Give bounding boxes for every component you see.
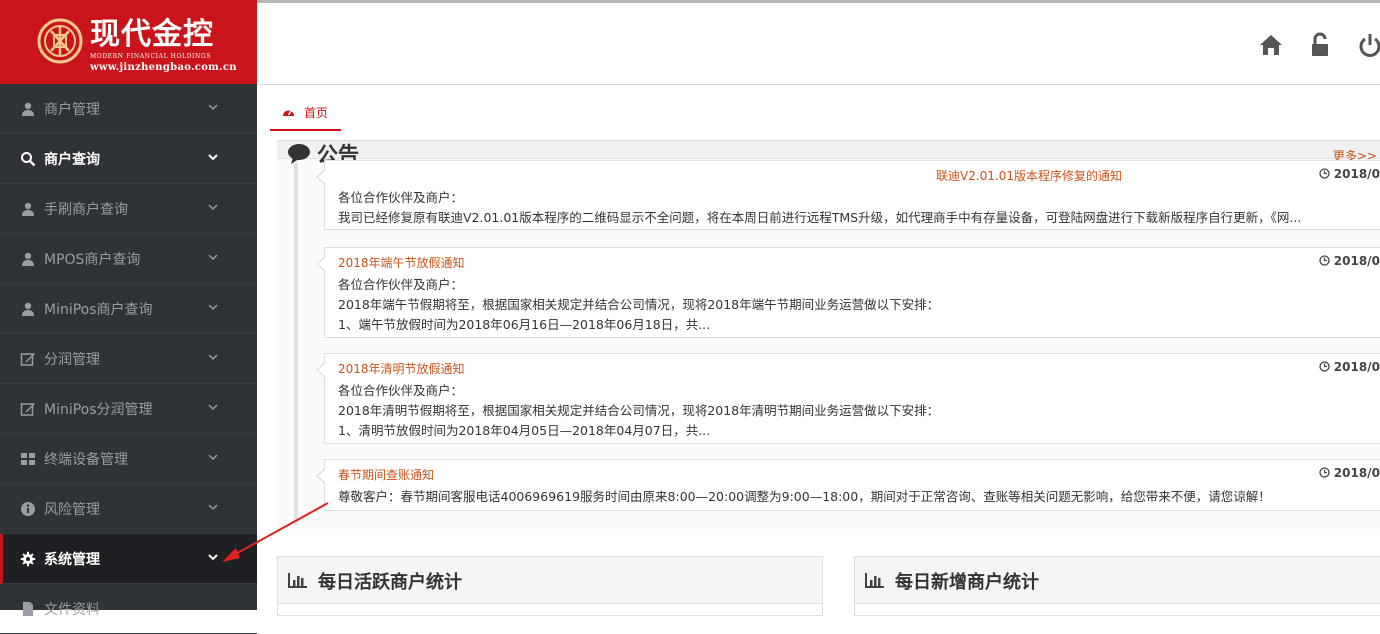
brand-logo[interactable]: 现代金控 MODERN FINANCIAL HOLDINGS www.jinzh…	[0, 0, 257, 84]
sidebar-item-merchant-management[interactable]: 商户管理	[0, 84, 257, 134]
sidebar-item-label: 手刷商户查询	[44, 201, 128, 218]
chevron-down-icon	[208, 204, 218, 211]
date-text: 2018/06/1	[1333, 167, 1380, 181]
sidebar-item-label: MiniPos分润管理	[44, 401, 153, 418]
notice-card-line: 2018年清明节假期将至，根据国家相关规定并结合公司情况，现将2018年清明节期…	[338, 403, 940, 418]
bar-chart-icon	[288, 573, 307, 588]
sidebar-item-terminal-management[interactable]: 终端设备管理	[0, 434, 257, 484]
notice-card-line: 各位合作伙伴及商户：	[338, 190, 464, 205]
dashboard-icon	[283, 110, 294, 116]
notice-card-date: 2018/04/0	[1319, 360, 1380, 374]
edit-icon	[20, 402, 35, 416]
notice-card-date: 2018/06/1	[1319, 254, 1380, 268]
clock-icon	[1319, 168, 1330, 179]
sidebar-item-merchant-query[interactable]: 商户查询	[0, 134, 257, 184]
user-icon	[22, 252, 34, 266]
top-header	[257, 0, 1380, 85]
sidebar-item-manual-merchant-query[interactable]: 手刷商户查询	[0, 184, 257, 234]
sidebar-item-label: 商户管理	[44, 101, 100, 118]
notice-card-line: 我司已经修复原有联迪V2.01.01版本程序的二维码显示不全问题，将在本周日前进…	[338, 210, 1302, 225]
sidebar-item-profit-share[interactable]: 分润管理	[0, 334, 257, 384]
sidebar-item-mpos-merchant-query[interactable]: MPOS商户查询	[0, 234, 257, 284]
clock-icon	[1319, 255, 1330, 266]
daily-active-merchants-panel: 每日活跃商户统计	[277, 556, 823, 616]
comment-icon	[288, 144, 310, 164]
sidebar-item-files[interactable]: 文件资料	[0, 584, 257, 634]
sidebar-item-label: MPOS商户查询	[44, 251, 141, 268]
date-text: 2018/06/1	[1333, 254, 1380, 268]
chevron-down-icon	[208, 254, 218, 261]
notice-card-title[interactable]: 联迪V2.01.01版本程序修复的通知	[936, 167, 1122, 184]
tab-label: 首页	[304, 106, 329, 120]
home-icon[interactable]	[1258, 32, 1284, 58]
sidebar-item-minipos-profit-share[interactable]: MiniPos分润管理	[0, 384, 257, 434]
notice-card-date: 2018/06/1	[1319, 167, 1380, 181]
sidebar-item-label: 终端设备管理	[44, 451, 128, 468]
edit-icon	[20, 352, 35, 366]
sidebar-item-label: 商户查询	[44, 151, 100, 168]
panel-title: 每日活跃商户统计	[318, 572, 462, 593]
info-icon	[21, 501, 35, 516]
chevron-down-icon	[208, 304, 218, 311]
panel-body	[278, 603, 822, 615]
tab-home[interactable]: 首页	[270, 98, 341, 131]
chevron-down-icon	[208, 404, 218, 411]
user-icon	[22, 202, 34, 216]
notice-panel: 公告 更多>> 联迪V2.01.01版本程序修复的通知 2018/06/1 各位…	[277, 140, 1380, 529]
chevron-down-icon	[208, 554, 218, 561]
sidebar-item-minipos-merchant-query[interactable]: MiniPos商户查询	[0, 284, 257, 334]
grid-icon	[21, 452, 35, 465]
bar-chart-icon	[865, 573, 884, 588]
sidebar-item-system-management[interactable]: 系统管理	[0, 534, 257, 584]
chevron-down-icon	[208, 154, 218, 161]
user-icon	[22, 102, 34, 116]
notice-card-title[interactable]: 2018年清明节放假通知	[338, 360, 465, 377]
logo-emblem-icon	[37, 18, 83, 64]
unlock-icon[interactable]	[1307, 32, 1333, 58]
notice-card-title[interactable]: 春节期间查账通知	[338, 466, 434, 483]
notice-card-line: 各位合作伙伴及商户：	[338, 383, 464, 398]
power-icon[interactable]	[1357, 32, 1380, 58]
sidebar-item-label: 文件资料	[44, 601, 100, 618]
timeline-line	[294, 163, 298, 525]
notice-card-title[interactable]: 2018年端午节放假通知	[338, 254, 465, 271]
notice-card: 2018年清明节放假通知 2018/04/0 各位合作伙伴及商户： 2018年清…	[316, 353, 1380, 444]
notice-card: 联迪V2.01.01版本程序修复的通知 2018/06/1 各位合作伙伴及商户：…	[316, 160, 1380, 230]
panel-body	[855, 603, 1380, 615]
sidebar-item-label: 分润管理	[44, 351, 100, 368]
chevron-down-icon	[208, 354, 218, 361]
notice-header: 公告 更多>>	[277, 141, 1380, 167]
sidebar-item-label: MiniPos商户查询	[44, 301, 153, 318]
search-icon	[21, 151, 36, 166]
gear-icon	[20, 551, 36, 566]
notice-card-line: 1、端午节放假时间为2018年06月16日—2018年06月18日，共...	[338, 317, 711, 332]
sidebar-item-label: 风险管理	[44, 501, 100, 518]
notice-card-line: 各位合作伙伴及商户：	[338, 277, 464, 292]
user-icon	[22, 302, 34, 316]
brand-url: www.jinzhengbao.com.cn	[90, 62, 237, 73]
sidebar-nav: 商户管理 商户查询 手刷商户查询 MPOS商户查询 MiniPos商户查询 分润…	[0, 84, 257, 634]
panel-title: 每日新增商户统计	[895, 572, 1039, 593]
date-text: 2018/02/1	[1333, 466, 1380, 480]
date-text: 2018/04/0	[1333, 360, 1380, 374]
daily-new-merchants-panel: 每日新增商户统计	[854, 556, 1380, 616]
clock-icon	[1319, 361, 1330, 372]
notice-card-line: 2018年端午节假期将至，根据国家相关规定并结合公司情况，现将2018年端午节期…	[338, 297, 940, 312]
brand-name-cn: 现代金控	[90, 17, 214, 52]
clock-icon	[1319, 467, 1330, 478]
file-icon	[23, 601, 33, 616]
sidebar-item-label: 系统管理	[44, 551, 100, 568]
notice-card-line: 尊敬客户：春节期间客服电话4006969619服务时间由原来8:00—20:00…	[338, 489, 1271, 504]
sidebar-item-risk-management[interactable]: 风险管理	[0, 484, 257, 534]
chevron-down-icon	[208, 454, 218, 461]
notice-card-date: 2018/02/1	[1319, 466, 1380, 480]
header-top-border	[257, 0, 1380, 3]
notice-card: 春节期间查账通知 2018/02/1 尊敬客户：春节期间客服电话40069696…	[316, 459, 1380, 511]
notice-card-line: 1、清明节放假时间为2018年04月05日—2018年04月07日，共...	[338, 423, 711, 438]
chevron-down-icon	[208, 504, 218, 511]
notice-card: 2018年端午节放假通知 2018/06/1 各位合作伙伴及商户： 2018年端…	[316, 247, 1380, 338]
brand-name-en: MODERN FINANCIAL HOLDINGS	[90, 53, 211, 60]
chevron-down-icon	[208, 104, 218, 111]
